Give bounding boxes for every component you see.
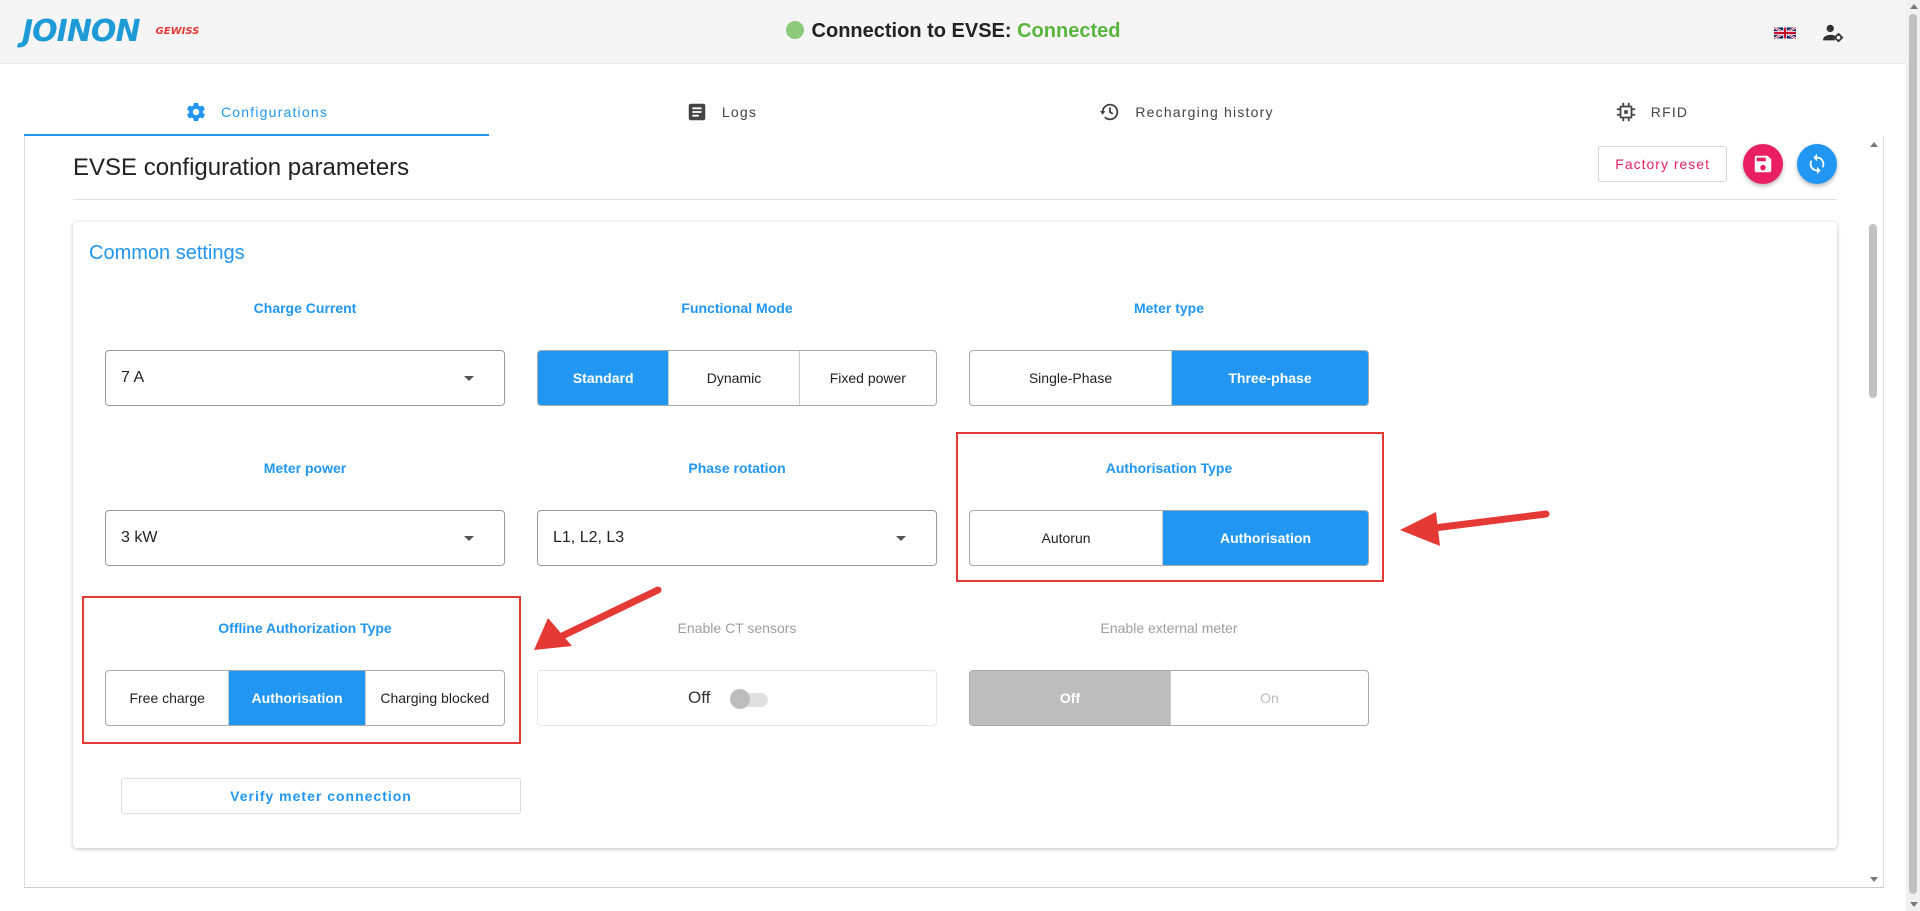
caret-down-icon <box>464 536 474 541</box>
panel-scrollbar[interactable] <box>1866 138 1880 886</box>
scroll-thumb[interactable] <box>1869 224 1877 398</box>
tab-label: Configurations <box>220 104 329 120</box>
common-settings-card: Common settings Charge Current 7 A Funct… <box>73 222 1837 848</box>
save-icon <box>1754 155 1772 173</box>
history-icon <box>1100 103 1119 121</box>
verify-meter-connection-button[interactable]: Verify meter connection <box>121 778 521 814</box>
annotation-arrow-icon <box>534 586 662 650</box>
factory-reset-button[interactable]: Factory reset <box>1598 146 1727 182</box>
caret-down-icon <box>464 376 474 381</box>
page-scrollbar[interactable] <box>1906 0 1920 911</box>
scroll-down-icon[interactable] <box>1910 902 1918 907</box>
title-row: EVSE configuration parameters Factory re… <box>73 136 1837 200</box>
select-value: 3 kW <box>121 529 158 546</box>
external-meter-label: Enable external meter <box>1100 620 1238 636</box>
page-title: EVSE configuration parameters <box>73 154 410 181</box>
configuration-panel: EVSE configuration parameters Factory re… <box>24 136 1884 888</box>
document-icon <box>688 103 706 121</box>
meter-power-label: Meter power <box>263 460 347 476</box>
meter-type-label: Meter type <box>1133 300 1205 316</box>
meter-type-toggle: Single-Phase Three-phase <box>969 350 1369 406</box>
phase-rotation-label: Phase rotation <box>688 460 786 476</box>
option-off[interactable]: Off <box>970 671 1171 725</box>
option-dynamic[interactable]: Dynamic <box>669 351 800 405</box>
select-value: 7 A <box>121 369 145 386</box>
option-on[interactable]: On <box>1171 671 1368 725</box>
connection-label: Connection to EVSE: <box>811 20 1012 42</box>
option-standard[interactable]: Standard <box>538 351 670 405</box>
status-dot-icon <box>785 21 804 39</box>
connection-status: Connection to EVSE: Connected <box>0 20 1906 43</box>
uk-flag-icon[interactable] <box>1774 25 1796 41</box>
connection-state: Connected <box>1017 20 1121 42</box>
gear-icon <box>187 102 205 122</box>
tab-label: Recharging history <box>1135 104 1274 120</box>
switch-thumb[interactable] <box>730 689 750 709</box>
sync-button[interactable] <box>1797 144 1837 184</box>
select-value: L1, L2, L3 <box>553 529 625 546</box>
app-header: JOINON GEWISS Connection to EVSE: Connec… <box>0 0 1906 64</box>
charge-current-select[interactable]: 7 A <box>105 350 505 406</box>
scroll-up-icon[interactable] <box>1870 142 1878 147</box>
tab-rfid[interactable]: RFID <box>1419 88 1884 136</box>
chip-icon <box>1616 102 1635 122</box>
sync-icon <box>1809 153 1825 175</box>
card-title: Common settings <box>89 242 245 264</box>
scroll-thumb[interactable] <box>1909 14 1917 894</box>
option-three-phase[interactable]: Three-phase <box>1171 351 1368 405</box>
functional-mode-toggle: Standard Dynamic Fixed power <box>537 350 937 406</box>
save-button[interactable] <box>1743 144 1783 184</box>
tab-configurations[interactable]: Configurations <box>24 88 489 136</box>
main-tabs: Configurations Logs Recharging history R… <box>24 88 1884 136</box>
ct-sensors-switch-box: Off <box>537 670 937 726</box>
caret-down-icon <box>896 536 906 541</box>
scroll-up-icon[interactable] <box>1910 4 1918 9</box>
charge-current-label: Charge Current <box>253 300 357 316</box>
meter-power-select[interactable]: 3 kW <box>105 510 505 566</box>
highlight-box-offline-auth <box>82 596 521 744</box>
scroll-down-icon[interactable] <box>1870 877 1878 882</box>
switch-state-label: Off <box>688 688 711 707</box>
highlight-box-authorisation <box>956 432 1384 582</box>
tab-recharging-history[interactable]: Recharging history <box>954 88 1419 136</box>
option-single-phase[interactable]: Single-Phase <box>970 351 1172 405</box>
external-meter-toggle: Off On <box>969 670 1369 726</box>
user-settings-icon[interactable] <box>1822 22 1844 44</box>
tab-label: RFID <box>1650 104 1689 120</box>
tab-label: Logs <box>721 104 758 120</box>
phase-rotation-select[interactable]: L1, L2, L3 <box>537 510 937 566</box>
tab-logs[interactable]: Logs <box>489 88 954 136</box>
annotation-arrow-icon <box>1400 510 1550 546</box>
functional-mode-label: Functional Mode <box>681 300 793 316</box>
option-fixed-power[interactable]: Fixed power <box>800 351 936 405</box>
